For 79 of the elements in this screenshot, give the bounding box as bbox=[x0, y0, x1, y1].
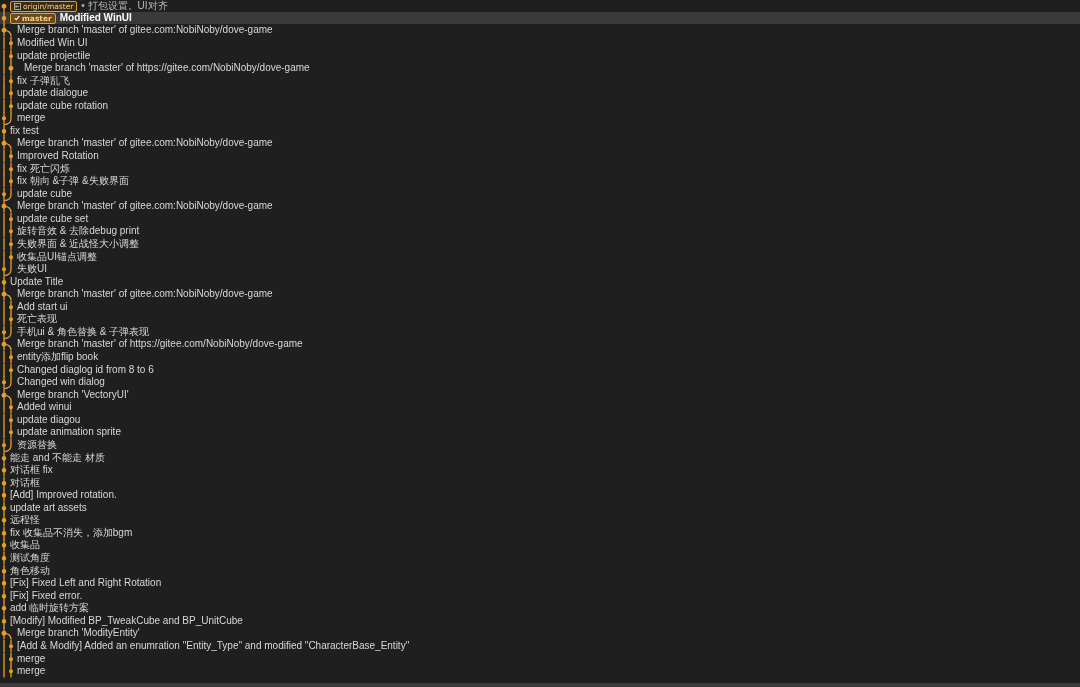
commit-graph-drawing bbox=[0, 300, 16, 314]
commit-message: 对话框 bbox=[10, 476, 40, 490]
check-icon bbox=[14, 15, 20, 22]
commit-message: fix 朝向 &子弹 &失败界面 bbox=[17, 175, 129, 188]
commit-message: Changed win dialog bbox=[17, 376, 105, 389]
commit-message: fix 收集品不消失，添加bgm bbox=[10, 526, 133, 540]
remote-icon bbox=[14, 2, 21, 10]
commit-message: Added winui bbox=[17, 401, 72, 414]
commit-message: merge bbox=[17, 665, 46, 678]
commit-message: update cube rotation bbox=[17, 99, 109, 113]
commit-graph-drawing bbox=[0, 351, 16, 364]
commit-message: update animation sprite bbox=[17, 426, 121, 439]
commit-message: update cube set bbox=[17, 212, 89, 225]
commit-message: 角色移动 bbox=[10, 564, 50, 578]
commit-message: 测试角度 bbox=[10, 552, 50, 565]
commit-message: [Add] Improved rotation. bbox=[10, 489, 117, 502]
commit-message: [Modify] Modified BP_TweakCube and BP_UnitCube bbox=[10, 614, 243, 628]
commit-message: Merge branch 'ModityEntity' bbox=[17, 627, 140, 640]
commit-message: 收集品UI锚点调整 bbox=[17, 250, 97, 264]
commit-message: Merge branch 'master' of gitee.com:NobiNoby/dove-game bbox=[17, 200, 273, 213]
commit-message: Merge branch 'master' of gitee.com:NobiNoby/dove-game bbox=[17, 137, 273, 150]
commit-message: Modified WinUI bbox=[59, 12, 132, 25]
commit-message: Changed diaglog id from 8 to 6 bbox=[17, 363, 154, 377]
commit-message: Merge branch 'master' of gitee.com:NobiNoby/dove-game bbox=[17, 24, 273, 37]
commit-message: [Fix] Fixed Left and Right Rotation bbox=[10, 577, 162, 590]
commit-graph-drawing bbox=[0, 150, 16, 163]
commit-message: update cube bbox=[17, 187, 73, 201]
commit-graph-drawing bbox=[0, 237, 16, 251]
commit-graph-drawing bbox=[0, 87, 16, 100]
commit-graph-drawing bbox=[0, 652, 16, 666]
commit-message: Add start ui bbox=[17, 300, 68, 313]
commit-graph-drawing bbox=[0, 413, 16, 427]
commit-message: 旋转音效 & 去除debug print bbox=[17, 225, 140, 238]
commit-graph-drawing bbox=[0, 62, 16, 75]
commit-message: 死亡表现 bbox=[17, 313, 57, 326]
commit-message: 收集品 bbox=[10, 539, 40, 552]
commit-message: • 打包设置。UI对齐 bbox=[81, 0, 168, 13]
commit-message: [Fix] Fixed error. bbox=[10, 589, 83, 602]
commit-message: entity添加flip book bbox=[17, 351, 99, 364]
commit-graph-drawing bbox=[0, 313, 16, 326]
commit-message: merge bbox=[17, 112, 46, 125]
commit-graph-drawing bbox=[0, 250, 16, 264]
commit-message: 远程怪 bbox=[10, 514, 40, 527]
commit-graph-drawing bbox=[0, 665, 16, 678]
commit-message: Merge branch 'VectoryUI' bbox=[17, 388, 129, 402]
commit-graph-drawing bbox=[0, 99, 16, 113]
commit-graph-drawing bbox=[0, 426, 16, 439]
commit-message: fix test bbox=[10, 124, 39, 138]
commit-message: Modified Win UI bbox=[17, 36, 88, 50]
commit-message: 手机ui & 角色替换 & 子弹表现 bbox=[17, 325, 150, 339]
commit-message: Improved Rotation bbox=[17, 150, 99, 163]
commit-message: 能走 and 不能走 材质 bbox=[10, 451, 106, 464]
commit-message: update art assets bbox=[10, 501, 87, 515]
commit-message: Merge branch 'master' of gitee.com:NobiNoby/dove-game bbox=[17, 288, 273, 301]
commit-message: Merge branch 'master' of https://gitee.com/NobiNoby/dove-game bbox=[24, 62, 310, 75]
commit-message: fix 死亡闪烁 bbox=[17, 162, 70, 175]
commit-message: 对话框 fix bbox=[10, 464, 53, 477]
commit-graph-drawing bbox=[0, 175, 16, 188]
commit-message: update dialogue bbox=[17, 87, 89, 100]
commit-message: add 临时旋转方案 bbox=[10, 602, 90, 615]
commit-graph-drawing bbox=[0, 36, 16, 50]
commit-graph-drawing bbox=[0, 225, 16, 238]
commit-message: update projectile bbox=[17, 49, 91, 63]
commit-message: 资源替换 bbox=[17, 438, 57, 452]
commit-graph-drawing bbox=[0, 74, 16, 88]
commit-message: 失败界面 & 近战怪大小调整 bbox=[17, 237, 140, 251]
commit-message: merge bbox=[17, 652, 46, 666]
commit-graph-drawing bbox=[0, 363, 16, 377]
commit-message: Update Title bbox=[10, 275, 64, 289]
commit-message: update diagou bbox=[17, 413, 81, 427]
commit-graph-drawing bbox=[0, 212, 16, 226]
commit-message: fix 子弹乱飞 bbox=[17, 74, 70, 88]
commit-graph-drawing bbox=[0, 162, 16, 176]
commit-graph-drawing bbox=[0, 49, 16, 63]
commit-graph-drawing bbox=[0, 401, 16, 414]
commit-message: Merge branch 'master' of https://gitee.com/NobiNoby/dove-game bbox=[17, 338, 303, 351]
commit-message: 失败UI bbox=[17, 263, 47, 276]
commit-message: [Add & Modify] Added an enumration "Entity_Type" and modified "CharacterBase_Entity" bbox=[17, 639, 410, 653]
commit-graph-drawing bbox=[0, 639, 16, 653]
